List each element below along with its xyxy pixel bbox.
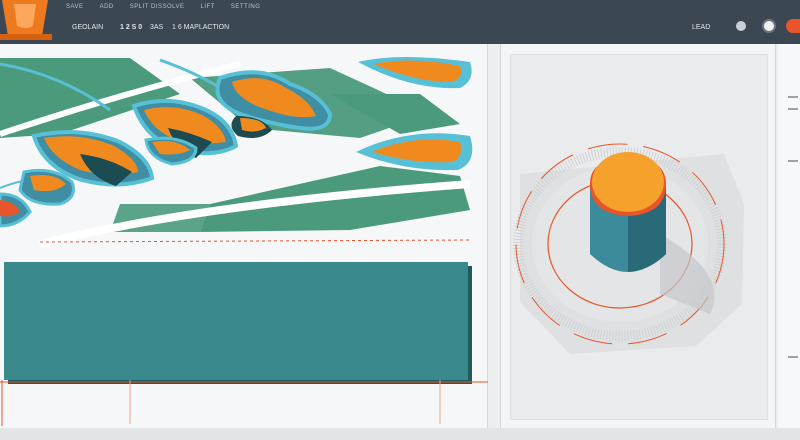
- settings-icon[interactable]: [762, 19, 776, 33]
- menu-bar: SAVE ADD SPLIT DISSOLVE LIFT SETTING: [66, 4, 260, 14]
- property-handle[interactable]: [788, 160, 798, 162]
- menu-item[interactable]: ADD: [100, 4, 114, 14]
- lens-marker[interactable]: [356, 133, 473, 171]
- terrain-blob[interactable]: [144, 136, 198, 166]
- property-handle[interactable]: [788, 108, 798, 110]
- cylinder-preview[interactable]: [510, 54, 768, 420]
- map-canvas[interactable]: [0, 54, 480, 254]
- terrain-blob[interactable]: [18, 168, 75, 206]
- tool-primary[interactable]: GEOLAIN: [72, 24, 103, 36]
- property-handle[interactable]: [788, 96, 798, 98]
- tool-mode[interactable]: 3AS: [150, 24, 163, 36]
- top-toolbar: SAVE ADD SPLIT DISSOLVE LIFT SETTING GEO…: [0, 0, 800, 44]
- property-handle[interactable]: [788, 356, 798, 358]
- tool-code[interactable]: 1 2 S 0: [120, 24, 142, 36]
- data-layer-block[interactable]: [4, 262, 468, 380]
- terrain-blob[interactable]: [0, 192, 32, 228]
- status-bar: [0, 428, 800, 440]
- timeline-ruler: [0, 380, 488, 426]
- tool-action[interactable]: 1 6 MAPLACTION: [172, 24, 229, 36]
- traffic-cone-icon[interactable]: [0, 0, 52, 40]
- menu-item[interactable]: LIFT: [201, 4, 215, 14]
- menu-item[interactable]: SETTING: [231, 4, 261, 14]
- lead-label[interactable]: LEAD: [692, 24, 710, 31]
- menu-item[interactable]: SPLIT DISSOLVE: [130, 4, 185, 14]
- properties-strip: [778, 44, 800, 428]
- cylinder-object[interactable]: [590, 152, 666, 272]
- color-swatch-icon[interactable]: [786, 19, 800, 33]
- lens-marker[interactable]: [358, 57, 472, 89]
- circle-icon[interactable]: [736, 21, 746, 31]
- menu-item[interactable]: SAVE: [66, 4, 84, 14]
